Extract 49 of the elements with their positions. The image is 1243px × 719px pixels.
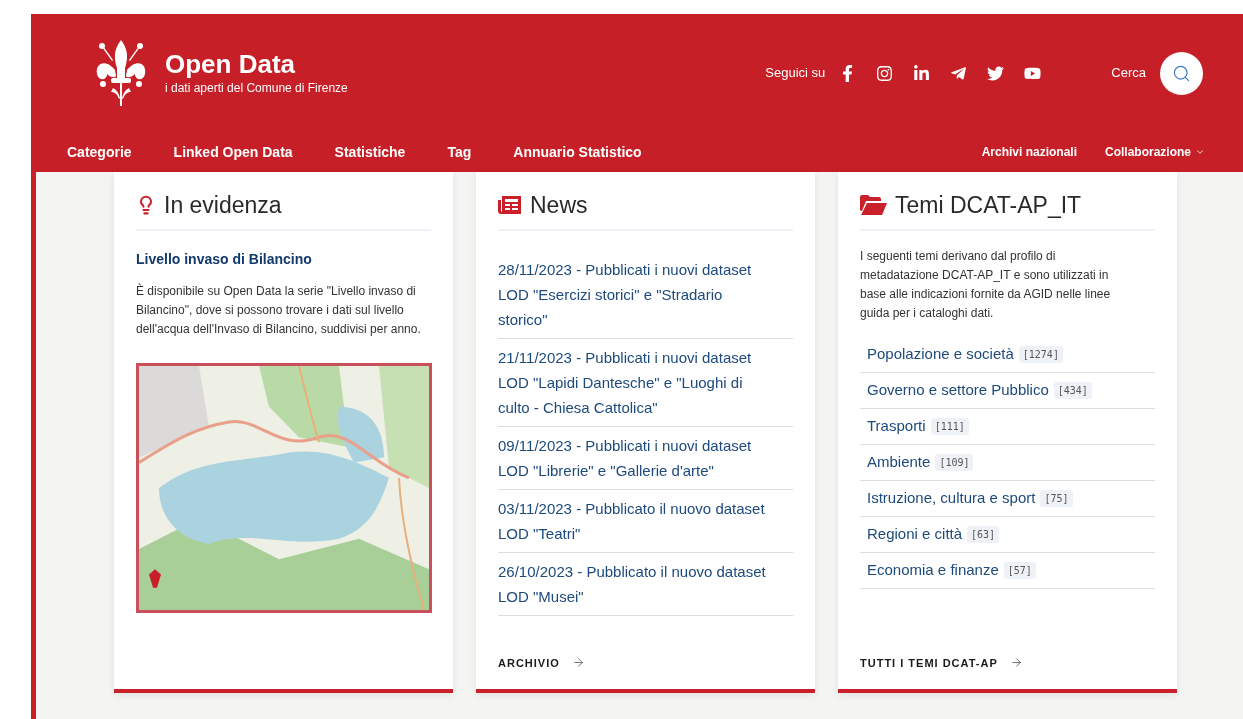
site-title: Open Data [165,49,297,79]
card-title: Temi DCAT-AP_IT [895,191,1082,220]
search-icon [1172,63,1191,83]
nav-link[interactable]: Annuario Statistico [513,141,642,163]
count-badge: [57] [1003,561,1036,579]
featured-title[interactable]: Livello invaso di Bilancino [136,248,431,270]
search-button[interactable] [1160,51,1203,95]
nav-link[interactable]: Statistiche [334,141,406,163]
count-badge: [63] [967,525,1000,543]
nav-link[interactable]: Linked Open Data [173,141,293,163]
count-badge: [434] [1053,381,1092,399]
arrow-icon [1009,656,1023,670]
count-badge: [75] [1040,489,1073,507]
theme-link[interactable]: Economia e finanze [867,558,999,582]
news-link[interactable]: 03/11/2023 - Pubblicato il nuovo dataset LOD "Teatri" [498,489,793,553]
card-title: In evidenza [164,191,282,220]
telegram-icon[interactable] [950,64,968,82]
nav-link[interactable]: Archivi nazionali [981,143,1077,161]
follow-label: Seguici su [765,64,826,83]
nav-link[interactable]: Categorie [67,141,132,163]
nav-link[interactable]: Collaborazione [1105,143,1205,161]
instagram-icon[interactable] [876,64,894,82]
news-link[interactable]: 09/11/2023 - Pubblicati i nuovi dataset LOD "Librerie" e "Gallerie d'arte" [498,426,793,490]
theme-link[interactable]: Trasporti [867,414,926,438]
folder-icon [860,195,887,216]
theme-link[interactable]: Regioni e città [867,522,963,546]
news-link[interactable]: 21/11/2023 - Pubblicati i nuovi dataset LOD "Lapidi Dantesche" e "Luoghi di culto - Chiesa Cattolica" [498,338,793,427]
nav-link[interactable]: Tag [447,141,472,163]
featured-text: È disponibile su Open Data la serie "Livello invaso di Bilancino", dove si possono trovare i dati sul livello dell'acqua dell'Invaso di Bilancino, suddivisi per anno. [136,282,421,338]
search-label: Cerca [1111,64,1146,83]
more-link[interactable]: ARCHIVIO [498,654,585,671]
linkedin-icon[interactable] [913,64,931,82]
news-link[interactable]: 26/10/2023 - Pubblicato il nuovo dataset LOD "Musei" [498,552,793,616]
twitter-icon[interactable] [987,64,1005,82]
news-link[interactable]: 28/11/2023 - Pubblicati i nuovi dataset LOD "Esercizi storici" e "Stradario storico" [498,250,793,339]
count-badge: [109] [935,453,974,471]
count-badge: [1274] [1018,345,1063,363]
theme-link[interactable]: Ambiente [867,450,931,474]
theme-link[interactable]: Popolazione e società [867,342,1014,366]
themes-intro: I seguenti temi derivano dal profilo di metadatazione DCAT-AP_IT e sono utilizzati in base alle indicazioni fornite da AGID nelle linee guida per i cataloghi dati. [860,247,1112,322]
more-link[interactable]: TUTTI I TEMI DCAT-AP [860,654,1023,671]
theme-link[interactable]: Governo e settore Pubblico [867,378,1049,402]
card-title: News [530,191,588,220]
arrow-icon [571,656,585,670]
caret-icon [1195,147,1205,157]
theme-link[interactable]: Istruzione, cultura e sport [867,486,1036,510]
newspaper-icon [498,195,522,216]
site-subtitle: i dati aperti del Comune di Firenze [165,80,348,97]
count-badge: [111] [930,417,969,435]
